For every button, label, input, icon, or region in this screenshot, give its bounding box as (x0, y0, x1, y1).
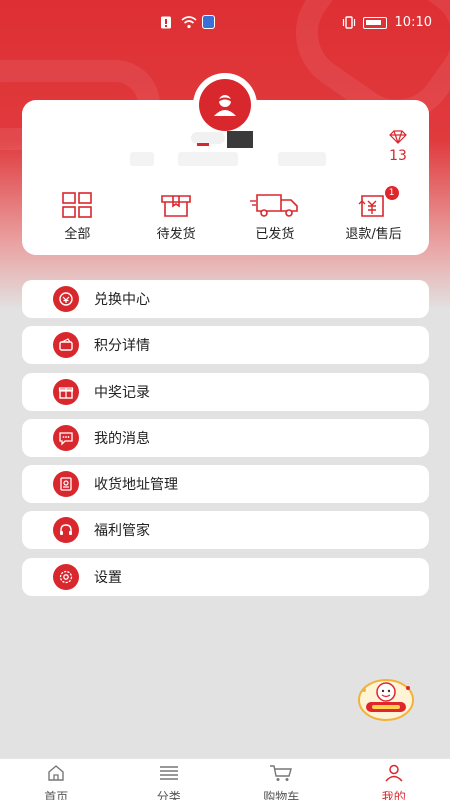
address-icon (53, 471, 79, 498)
tab-mine[interactable]: 我的 (338, 759, 450, 800)
vibrate-icon (342, 16, 355, 29)
menu-item-label: 兑换中心 (94, 292, 150, 308)
list-icon (158, 764, 180, 786)
order-shipped-label: 已发货 (255, 227, 295, 242)
order-shortcuts: 全部 待发货 已发货 1 退款/售后 (22, 186, 429, 242)
tab-cart-label: 购物车 (263, 790, 300, 800)
headset-icon (53, 517, 79, 544)
settings-icon (53, 563, 79, 590)
wallet-icon (53, 332, 79, 359)
menu-item-messages[interactable]: 我的消息 (22, 418, 429, 457)
status-time: 10:10 (394, 15, 432, 30)
order-pending-button[interactable]: 待发货 (136, 190, 216, 242)
vpn-shield-icon (202, 15, 215, 29)
order-all-button[interactable]: 全部 (37, 190, 117, 242)
user-avatar-icon (199, 79, 251, 131)
menu-item-label: 福利管家 (94, 523, 150, 540)
user-info-redacted (130, 152, 154, 166)
refund-icon: 1 (357, 186, 399, 219)
menu-item-exchange[interactable]: 兑换中心 (22, 280, 429, 318)
order-refund-button[interactable]: 1 退款/售后 (334, 186, 414, 242)
exchange-icon (53, 286, 79, 312)
order-all-label: 全部 (64, 227, 91, 242)
wifi-icon (181, 15, 197, 29)
user-icon (384, 764, 404, 786)
status-bar: 10:10 (0, 12, 450, 38)
home-icon (46, 764, 66, 786)
grid-icon (62, 190, 93, 219)
diamond-icon (380, 130, 416, 148)
tab-category-label: 分类 (156, 790, 181, 800)
menu-item-label: 中奖记录 (94, 384, 150, 401)
menu-item-welfare[interactable]: 福利管家 (22, 511, 429, 550)
truck-icon (249, 190, 301, 219)
menu-item-label: 设置 (94, 569, 122, 586)
menu-item-settings[interactable]: 设置 (22, 557, 429, 596)
tab-mine-label: 我的 (381, 790, 406, 800)
tab-cart[interactable]: 购物车 (225, 759, 338, 800)
floating-promo-button[interactable] (356, 676, 416, 722)
battery-icon (362, 16, 387, 29)
tab-home-label: 首页 (44, 790, 69, 800)
cart-icon (269, 764, 293, 786)
menu-item-points[interactable]: 积分详情 (22, 326, 429, 365)
points-display[interactable]: 13 (380, 130, 416, 164)
order-pending-label: 待发货 (156, 227, 196, 242)
menu-item-label: 我的消息 (94, 430, 150, 447)
order-shipped-button[interactable]: 已发货 (235, 190, 315, 242)
tab-category[interactable]: 分类 (113, 759, 226, 800)
menu-item-prizes[interactable]: 中奖记录 (22, 372, 429, 411)
tab-home[interactable]: 首页 (0, 759, 113, 800)
menu-item-label: 收货地址管理 (94, 477, 178, 494)
menu-item-address[interactable]: 收货地址管理 (22, 465, 429, 504)
menu-item-label: 积分详情 (94, 338, 150, 355)
gift-icon (53, 378, 79, 405)
notification-icon (160, 16, 173, 29)
message-icon (53, 424, 79, 451)
menu-list: 兑换中心 积分详情 中奖记录 我的消息 收货地址管理 福利管家 设置 (22, 280, 429, 604)
user-info-redacted (278, 152, 326, 166)
username-redacted (183, 128, 255, 148)
bottom-tab-bar: 首页 分类 购物车 我的 (0, 758, 450, 800)
package-icon (159, 190, 193, 219)
refund-badge: 1 (384, 186, 399, 200)
user-info-redacted (178, 152, 238, 166)
order-refund-label: 退款/售后 (345, 227, 402, 242)
points-value: 13 (389, 148, 407, 164)
